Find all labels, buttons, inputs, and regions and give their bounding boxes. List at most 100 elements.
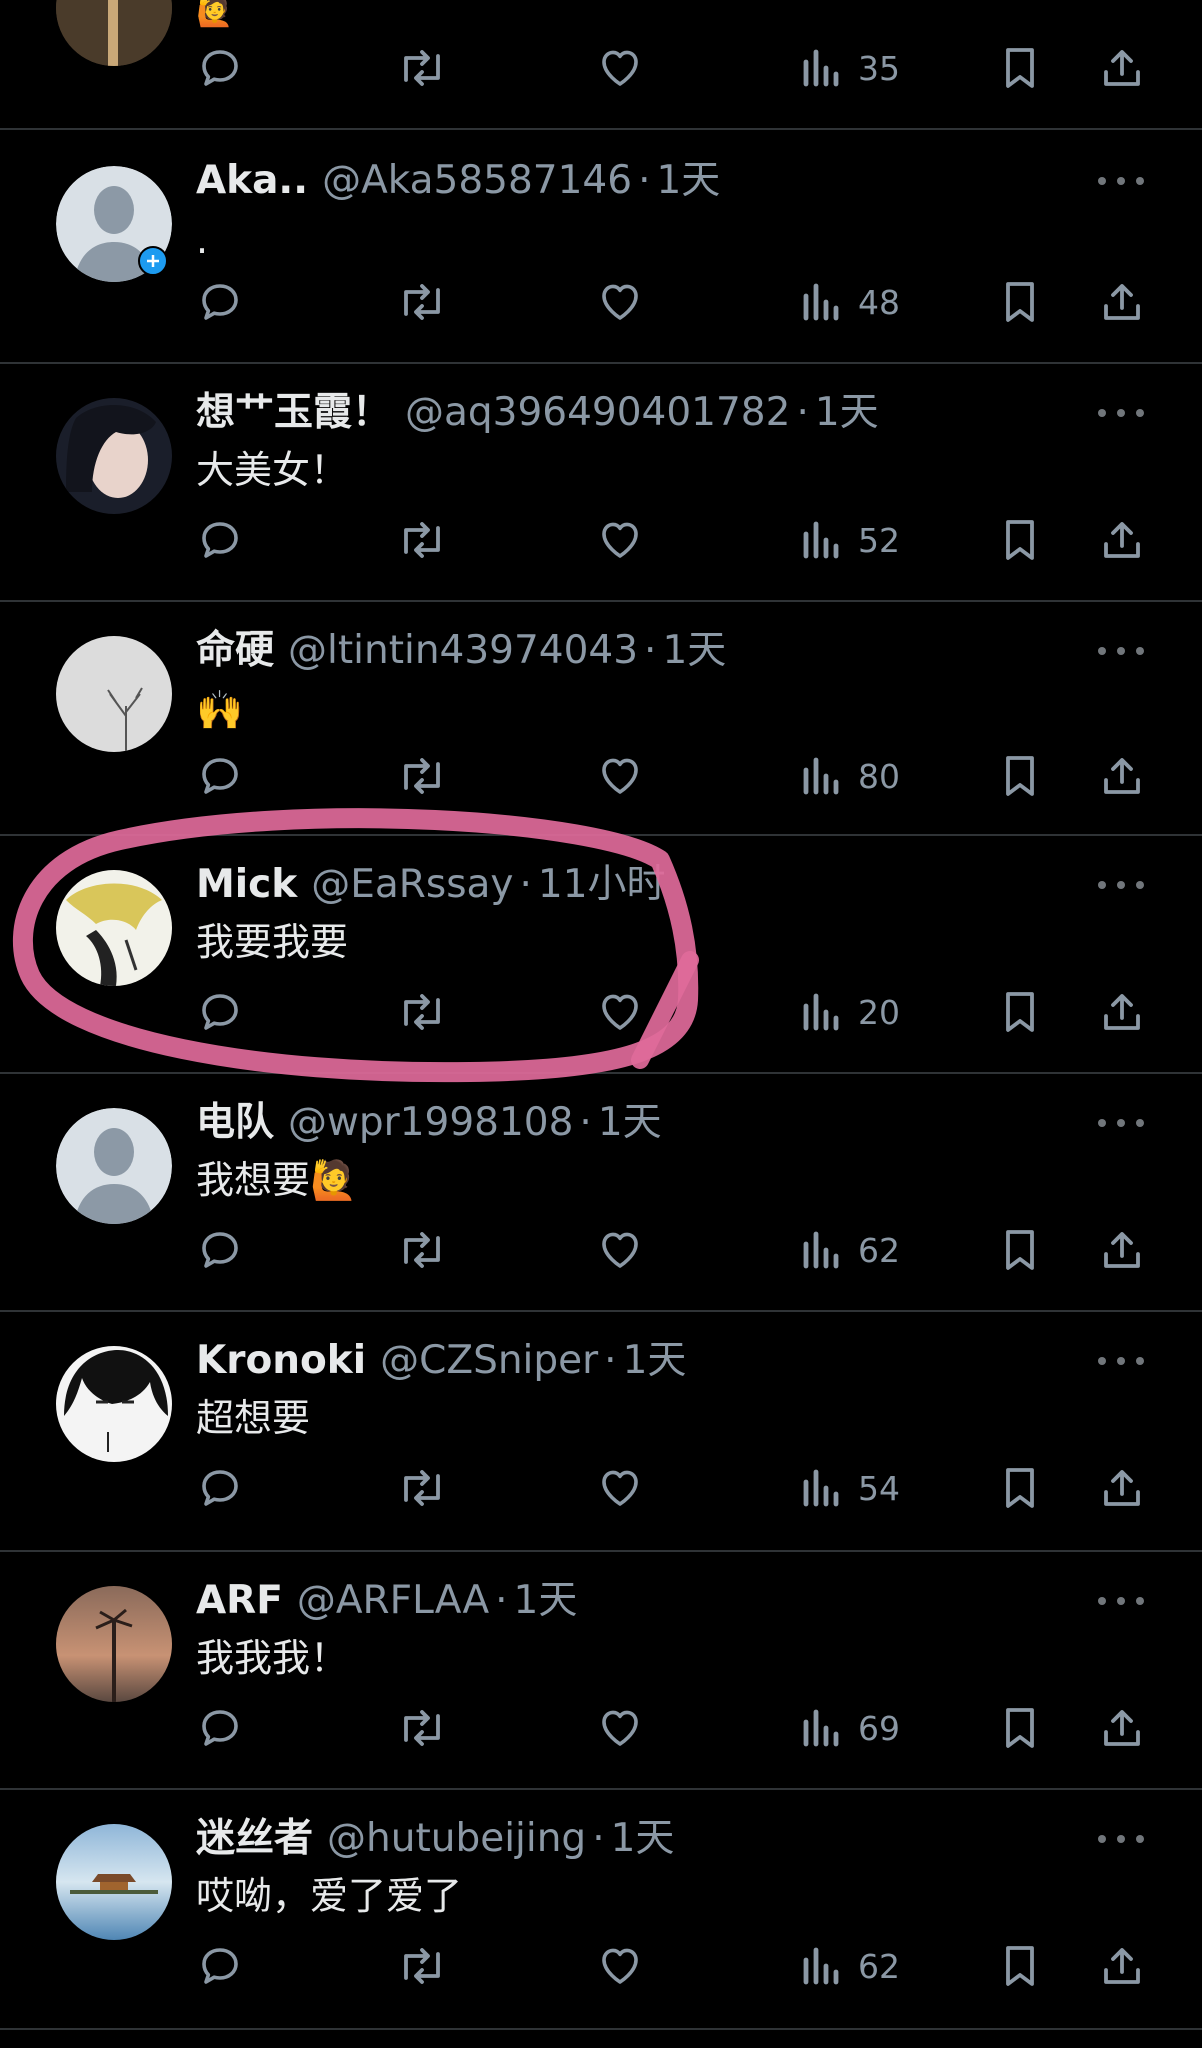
like-button[interactable]: [596, 512, 644, 568]
share-button[interactable]: [1098, 40, 1146, 96]
user-handle[interactable]: @Aka58587146: [322, 158, 632, 203]
like-button[interactable]: [596, 274, 644, 330]
reply-button[interactable]: [196, 512, 244, 568]
bookmark-button[interactable]: [998, 274, 1042, 330]
views-button[interactable]: 48: [800, 274, 900, 330]
views-button[interactable]: 80: [800, 748, 900, 804]
user-handle[interactable]: @CZSniper: [380, 1338, 598, 1383]
retweet-button[interactable]: [396, 1460, 448, 1516]
timestamp[interactable]: 1天: [598, 1100, 662, 1145]
display-name[interactable]: Aka..: [196, 158, 308, 203]
like-button[interactable]: [596, 1700, 644, 1756]
timestamp[interactable]: 1天: [611, 1816, 675, 1861]
tweet-partial[interactable]: 🙋 35: [0, 0, 1202, 130]
like-button[interactable]: [596, 1938, 644, 1994]
user-handle[interactable]: @hutubeijing: [327, 1816, 586, 1861]
tweet[interactable]: Aka.. @Aka58587146 · 1天 . 48: [0, 130, 1202, 364]
more-button[interactable]: [1098, 870, 1144, 900]
avatar[interactable]: [56, 1346, 172, 1462]
user-handle[interactable]: @wpr1998108: [288, 1100, 573, 1145]
more-button[interactable]: [1098, 1586, 1144, 1616]
bookmark-button[interactable]: [998, 984, 1042, 1040]
like-button[interactable]: [596, 40, 644, 96]
reply-button[interactable]: [196, 984, 244, 1040]
timestamp[interactable]: 1天: [662, 628, 726, 673]
reply-button[interactable]: [196, 1938, 244, 1994]
bookmark-button[interactable]: [998, 1460, 1042, 1516]
user-handle[interactable]: @aq396490401782: [405, 390, 790, 435]
retweet-button[interactable]: [396, 274, 448, 330]
timestamp[interactable]: 1天: [514, 1578, 578, 1623]
retweet-button[interactable]: [396, 40, 448, 96]
display-name[interactable]: ARF: [196, 1578, 283, 1623]
avatar[interactable]: [56, 1108, 172, 1224]
share-button[interactable]: [1098, 512, 1146, 568]
reply-button[interactable]: [196, 1700, 244, 1756]
views-button[interactable]: 62: [800, 1938, 900, 1994]
tweet[interactable]: Mick @EaRssay · 11小时 我要我要 20: [0, 836, 1202, 1074]
bookmark-button[interactable]: [998, 512, 1042, 568]
views-button[interactable]: 62: [800, 1222, 900, 1278]
share-button[interactable]: [1098, 274, 1146, 330]
reply-button[interactable]: [196, 1222, 244, 1278]
avatar[interactable]: [56, 636, 172, 752]
reply-button[interactable]: [196, 40, 244, 96]
display-name[interactable]: 电队: [196, 1100, 274, 1145]
like-button[interactable]: [596, 1460, 644, 1516]
avatar[interactable]: [56, 1586, 172, 1702]
bookmark-button[interactable]: [998, 748, 1042, 804]
views-button[interactable]: 35: [800, 40, 900, 96]
display-name[interactable]: Mick: [196, 862, 297, 907]
views-button[interactable]: 20: [800, 984, 900, 1040]
more-button[interactable]: [1098, 636, 1144, 666]
tweet[interactable]: 电队 @wpr1998108 · 1天 我想要🙋 62: [0, 1074, 1202, 1312]
more-button[interactable]: [1098, 1346, 1144, 1376]
like-button[interactable]: [596, 1222, 644, 1278]
tweet[interactable]: ARF @ARFLAA · 1天 我我我！ 69: [0, 1552, 1202, 1790]
user-handle[interactable]: @ltintin43974043: [288, 628, 638, 673]
retweet-button[interactable]: [396, 1700, 448, 1756]
share-button[interactable]: [1098, 1938, 1146, 1994]
avatar[interactable]: [56, 398, 172, 514]
retweet-button[interactable]: [396, 1222, 448, 1278]
avatar[interactable]: [56, 870, 172, 986]
user-handle[interactable]: @EaRssay: [311, 862, 513, 907]
display-name[interactable]: 想艹玉霞！: [196, 390, 391, 435]
retweet-button[interactable]: [396, 512, 448, 568]
more-button[interactable]: [1098, 398, 1144, 428]
more-button[interactable]: [1098, 1824, 1144, 1854]
timestamp[interactable]: 1天: [656, 158, 720, 203]
bookmark-button[interactable]: [998, 1222, 1042, 1278]
reply-button[interactable]: [196, 748, 244, 804]
bookmark-button[interactable]: [998, 1700, 1042, 1756]
reply-button[interactable]: [196, 274, 244, 330]
bookmark-button[interactable]: [998, 40, 1042, 96]
bookmark-button[interactable]: [998, 1938, 1042, 1994]
views-button[interactable]: 54: [800, 1460, 900, 1516]
avatar[interactable]: [56, 1824, 172, 1940]
like-button[interactable]: [596, 984, 644, 1040]
more-button[interactable]: [1098, 166, 1144, 196]
user-handle[interactable]: @ARFLAA: [297, 1578, 489, 1623]
share-button[interactable]: [1098, 1222, 1146, 1278]
like-button[interactable]: [596, 748, 644, 804]
views-button[interactable]: 52: [800, 512, 900, 568]
tweet[interactable]: 迷丝者 @hutubeijing · 1天 哎呦，爱了爱了 62: [0, 1790, 1202, 2030]
timestamp[interactable]: 1天: [815, 390, 879, 435]
display-name[interactable]: 迷丝者: [196, 1816, 313, 1861]
share-button[interactable]: [1098, 1460, 1146, 1516]
display-name[interactable]: 命硬: [196, 628, 274, 673]
more-button[interactable]: [1098, 1108, 1144, 1138]
tweet[interactable]: 命硬 @ltintin43974043 · 1天 🙌 80: [0, 602, 1202, 836]
reply-button[interactable]: [196, 1460, 244, 1516]
timestamp[interactable]: 11小时: [538, 862, 666, 907]
views-button[interactable]: 69: [800, 1700, 900, 1756]
display-name[interactable]: Kronoki: [196, 1338, 366, 1383]
share-button[interactable]: [1098, 984, 1146, 1040]
retweet-button[interactable]: [396, 1938, 448, 1994]
tweet[interactable]: Kronoki @CZSniper · 1天 超想要 54: [0, 1312, 1202, 1552]
timestamp[interactable]: 1天: [623, 1338, 687, 1383]
tweet[interactable]: 想艹玉霞！ @aq396490401782 · 1天 大美女！ 52: [0, 364, 1202, 602]
retweet-button[interactable]: [396, 748, 448, 804]
retweet-button[interactable]: [396, 984, 448, 1040]
